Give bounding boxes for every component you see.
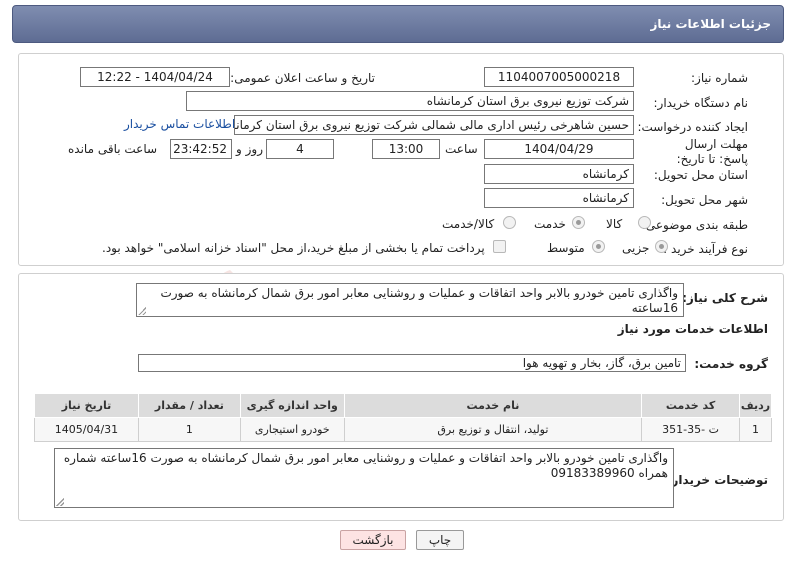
process-radio-minor[interactable]: [655, 240, 668, 253]
service-group-field: تامین برق، گاز، بخار و تهویه هوا: [138, 354, 686, 372]
remaining-time-field: 23:42:52: [170, 139, 232, 159]
city-label: شهر محل تحویل:: [661, 193, 748, 207]
services-section-title: اطلاعات خدمات مورد نیاز: [617, 322, 768, 336]
table-row: 1 ت -35-351 تولید، انتقال و توزیع برق خو…: [34, 417, 772, 442]
process-radio-medium[interactable]: [592, 240, 605, 253]
category-radio-service[interactable]: [572, 216, 585, 229]
buyer-notes-textarea: واگذاری تامین خودرو بالابر واحد اتفاقات …: [54, 448, 674, 508]
col-header-row-number: ردیف: [739, 393, 772, 418]
days-label: روز و: [236, 142, 263, 156]
deadline-time-field: 13:00: [372, 139, 440, 159]
service-group-label: گروه خدمت:: [694, 357, 768, 371]
announce-date-field: 1404/04/24 - 12:22: [80, 67, 230, 87]
resize-grip-icon[interactable]: [138, 307, 146, 315]
cell-quantity: 1: [137, 417, 241, 442]
payment-note: پرداخت تمام یا بخشی از مبلغ خرید،از محل …: [102, 241, 485, 255]
category-option-goods: کالا: [606, 217, 623, 231]
back-button[interactable]: بازگشت: [340, 530, 406, 550]
days-field: 4: [266, 139, 334, 159]
buyer-notes-label: توضیحات خریدار:: [666, 473, 768, 487]
category-option-goods-service: کالا/خدمت: [442, 217, 495, 231]
creator-field: حسین شاهرخی رئیس اداری مالی شمالی شرکت ت…: [234, 115, 634, 135]
summary-label: شرح کلی نیاز:: [682, 291, 768, 305]
buyer-contact-link[interactable]: اطلاعات تماس خریدار: [124, 117, 235, 131]
creator-label: ایجاد کننده درخواست:: [637, 120, 748, 134]
process-option-minor: جزیی: [622, 241, 650, 255]
city-field: کرمانشاه: [484, 188, 634, 208]
cell-row-number: 1: [739, 417, 772, 442]
col-header-need-date: تاریخ نیاز: [34, 393, 139, 418]
process-label: نوع فرآیند خرید :: [663, 242, 748, 256]
deadline-time-label: ساعت: [445, 142, 478, 156]
deadline-label: مهلت ارسال پاسخ: تا تاریخ:: [676, 137, 748, 166]
category-radio-goods-service[interactable]: [503, 216, 516, 229]
summary-text: واگذاری تامین خودرو بالابر واحد اتفاقات …: [160, 286, 678, 315]
treasury-checkbox[interactable]: [493, 240, 506, 253]
resize-grip-icon[interactable]: [56, 498, 64, 506]
col-header-quantity: تعداد / مقدار: [137, 393, 241, 418]
buyer-org-label: نام دستگاه خریدار:: [653, 96, 749, 110]
cell-need-date: 1405/04/31: [34, 417, 139, 442]
col-header-service-code: کد خدمت: [641, 393, 741, 418]
announce-date-label: تاریخ و ساعت اعلان عمومی:: [230, 71, 375, 85]
summary-textarea: واگذاری تامین خودرو بالابر واحد اتفاقات …: [136, 283, 684, 317]
category-label: طبقه بندی موضوعی:: [641, 218, 748, 232]
buyer-notes-text: واگذاری تامین خودرو بالابر واحد اتفاقات …: [63, 451, 668, 480]
remaining-label: ساعت باقی مانده: [68, 142, 158, 156]
cell-service-name: تولید، انتقال و توزیع برق: [343, 417, 643, 442]
province-label: استان محل تحویل:: [653, 168, 748, 182]
print-button[interactable]: چاپ: [416, 530, 464, 550]
buyer-org-field: شرکت توزیع نیروی برق استان کرمانشاه: [186, 91, 634, 111]
need-number-label: شماره نیاز:: [691, 71, 748, 85]
deadline-date-field: 1404/04/29: [484, 139, 634, 159]
col-header-service-name: نام خدمت: [343, 393, 643, 418]
cell-unit: خودرو استیجاری: [239, 417, 345, 442]
cell-service-code: ت -35-351: [641, 417, 741, 442]
process-option-medium: متوسط: [547, 241, 585, 255]
col-header-unit: واحد اندازه گیری: [239, 393, 345, 418]
category-radio-goods[interactable]: [638, 216, 651, 229]
page-header: جزئیات اطلاعات نیاز: [12, 5, 784, 43]
page-title: جزئیات اطلاعات نیاز: [650, 17, 771, 31]
services-table: ردیف کد خدمت نام خدمت واحد اندازه گیری ت…: [34, 393, 772, 442]
province-field: کرمانشاه: [484, 164, 634, 184]
need-number-field: 1104007005000218: [484, 67, 634, 87]
table-header-row: ردیف کد خدمت نام خدمت واحد اندازه گیری ت…: [34, 393, 772, 418]
category-option-service: خدمت: [534, 217, 566, 231]
